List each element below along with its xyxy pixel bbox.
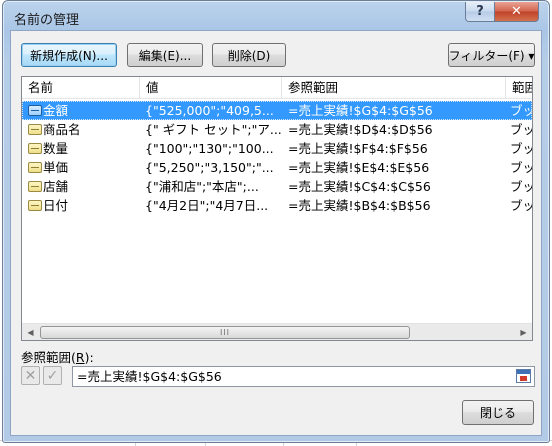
close-window-button[interactable]: ✕ <box>494 2 539 22</box>
ref-label-accesskey: R <box>75 350 85 365</box>
ref-label-prefix: 参照範囲( <box>21 350 76 365</box>
name-icon <box>28 181 42 192</box>
scroll-left-icon[interactable]: ◀ <box>22 324 39 340</box>
ref-label-suffix: ): <box>84 350 94 365</box>
names-list[interactable]: 名前 値 参照範囲 範囲 金額 {"525,000";"409,5... =売上… <box>21 76 533 341</box>
dialog-body: 新規作成(N)... 編集(E)... 削除(D) フィルター(F) ▾ 名前 … <box>10 30 542 436</box>
title-bar[interactable]: 名前の管理 ? ✕ <box>3 1 549 31</box>
row-ref: =売上実績!$G$4:$G$56 <box>288 103 433 118</box>
list-row[interactable]: 店舗 {"浦和店";"本店";... =売上実績!$C$4:$C$56 ブッ <box>22 177 532 196</box>
grip-icon: III <box>219 328 231 337</box>
name-manager-dialog: 名前の管理 ? ✕ 新規作成(N)... 編集(E)... 削除(D) フィルタ… <box>2 0 550 443</box>
list-row[interactable]: 金額 {"525,000";"409,5... =売上実績!$G$4:$G$56… <box>22 101 532 120</box>
name-icon <box>28 105 42 116</box>
name-icon <box>28 124 42 135</box>
dialog-title: 名前の管理 <box>14 13 80 28</box>
cancel-edit-button[interactable]: ✕ <box>21 366 40 385</box>
list-row[interactable]: 日付 {"4月2日";"4月7日... =売上実績!$B$4:$B$56 ブッ <box>22 196 532 215</box>
column-header-scope[interactable]: 範囲 <box>506 77 532 99</box>
close-icon: ✕ <box>511 4 522 19</box>
horizontal-scrollbar[interactable]: ◀ III ▶ <box>22 323 532 340</box>
row-name: 単価 <box>43 160 69 175</box>
row-value: {"5,250";"3,150";"... <box>145 160 274 175</box>
filter-dropdown[interactable]: フィルター(F) ▾ <box>448 43 535 67</box>
row-value: {"525,000";"409,5... <box>145 103 274 118</box>
scroll-right-icon[interactable]: ▶ <box>515 324 532 340</box>
ref-input[interactable]: =売上実績!$G$4:$G$56 <box>72 366 535 387</box>
name-icon <box>28 200 42 211</box>
row-name: 日付 <box>43 198 69 213</box>
row-name: 数量 <box>43 141 69 156</box>
row-scope: ブッ <box>510 141 533 156</box>
edit-button[interactable]: 編集(E)... <box>127 43 203 67</box>
row-name: 店舗 <box>43 179 69 194</box>
list-row[interactable]: 数量 {"100";"130";"100... =売上実績!$F$4:$F$56… <box>22 139 532 158</box>
row-ref: =売上実績!$C$4:$C$56 <box>288 179 431 194</box>
ref-field-label: 参照範囲(R): <box>21 347 94 366</box>
row-value: {"100";"130";"100... <box>145 141 274 156</box>
row-scope: ブッ <box>510 103 533 118</box>
row-name: 金額 <box>43 103 69 118</box>
list-header: 名前 値 参照範囲 範囲 <box>22 77 532 99</box>
delete-button[interactable]: 削除(D) <box>212 43 286 67</box>
row-ref: =売上実績!$B$4:$B$56 <box>288 198 431 213</box>
row-name: 商品名 <box>43 122 81 137</box>
row-ref: =売上実績!$E$4:$E$56 <box>288 160 430 175</box>
name-icon <box>28 143 42 154</box>
help-icon: ? <box>476 4 484 19</box>
row-value: {"4月2日";"4月7日... <box>145 198 269 213</box>
row-value: {" ギフト セット";"ア... <box>145 122 282 137</box>
scrollbar-thumb[interactable]: III <box>40 326 410 339</box>
row-scope: ブッ <box>510 160 533 175</box>
row-scope: ブッ <box>510 122 533 137</box>
column-header-name[interactable]: 名前 <box>22 77 140 99</box>
row-ref: =売上実績!$D$4:$D$56 <box>288 122 433 137</box>
checkmark-icon: ✓ <box>46 367 59 384</box>
column-header-ref[interactable]: 参照範囲 <box>282 77 506 99</box>
range-select-icon[interactable] <box>516 369 531 383</box>
help-button[interactable]: ? <box>465 2 495 22</box>
row-scope: ブッ <box>510 179 533 194</box>
accept-edit-button[interactable]: ✓ <box>43 366 62 385</box>
close-button[interactable]: 閉じる <box>462 400 534 425</box>
row-scope: ブッ <box>510 198 533 213</box>
cancel-icon: ✕ <box>24 367 37 384</box>
row-value: {"浦和店";"本店";... <box>145 179 259 194</box>
new-button[interactable]: 新規作成(N)... <box>21 43 117 67</box>
row-ref: =売上実績!$F$4:$F$56 <box>288 141 428 156</box>
list-row[interactable]: 単価 {"5,250";"3,150";"... =売上実績!$E$4:$E$5… <box>22 158 532 177</box>
ref-input-value: =売上実績!$G$4:$G$56 <box>77 369 222 384</box>
column-header-value[interactable]: 値 <box>140 77 282 99</box>
list-row[interactable]: 商品名 {" ギフト セット";"ア... =売上実績!$D$4:$D$56 ブ… <box>22 120 532 139</box>
name-icon <box>28 162 42 173</box>
